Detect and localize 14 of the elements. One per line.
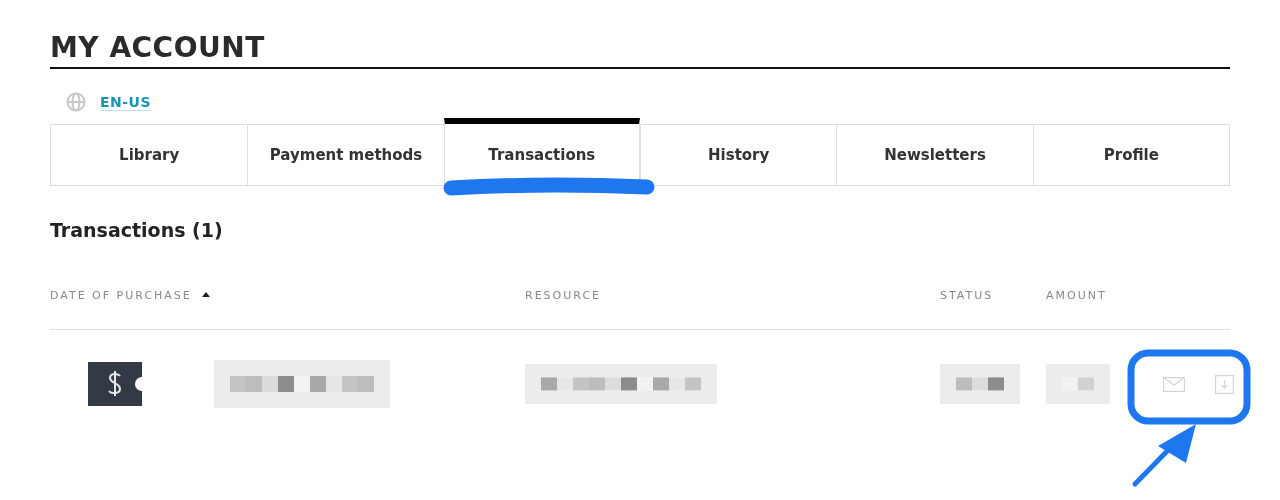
download-icon[interactable] [1215, 374, 1234, 394]
column-header[interactable]: DATE OF PURCHASE [50, 289, 192, 302]
globe-icon [66, 92, 86, 112]
mail-icon[interactable] [1163, 376, 1185, 392]
column-header[interactable]: STATUS [940, 289, 994, 302]
column-header[interactable]: RESOURCE [525, 289, 601, 302]
page-title: MY ACCOUNT [50, 30, 1230, 69]
arrow-annotation [1132, 424, 1196, 487]
section-title: Transactions (1) [50, 219, 224, 241]
column-header[interactable]: AMOUNT [1046, 289, 1107, 302]
blurred-text [1046, 364, 1110, 404]
language-link[interactable]: EN-US [100, 93, 152, 111]
sort-icon[interactable] [201, 292, 210, 297]
ticket-icon [86, 362, 144, 406]
